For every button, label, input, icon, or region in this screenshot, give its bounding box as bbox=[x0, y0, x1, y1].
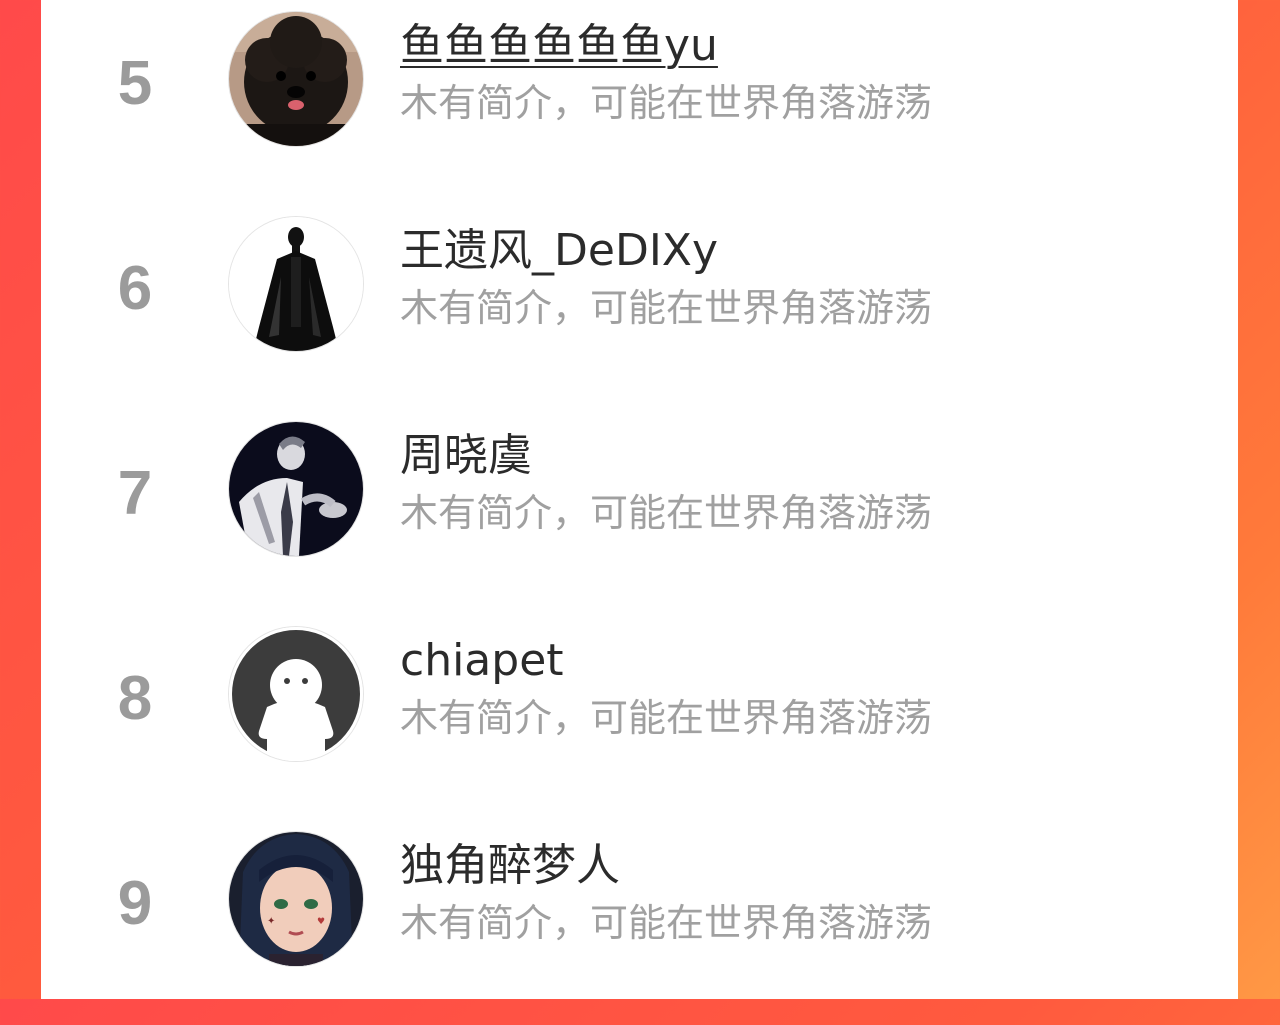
default-ghost-avatar-icon[interactable] bbox=[229, 627, 363, 761]
ranking-list-panel: 5 鱼鱼鱼鱼鱼鱼yu 木有简介，可能在世界角落游荡 6 王遗风_DeDIXy 木… bbox=[41, 0, 1238, 999]
username-link[interactable]: 鱼鱼鱼鱼鱼鱼yu bbox=[400, 18, 718, 74]
monochrome-portrait-avatar-icon[interactable] bbox=[229, 422, 363, 556]
rank-number: 8 bbox=[117, 664, 153, 733]
list-item[interactable]: 8 chiapet 木有简介，可能在世界角落游荡 bbox=[41, 615, 1238, 820]
svg-text:✦: ✦ bbox=[267, 916, 275, 927]
rank-number: 7 bbox=[117, 459, 153, 528]
rank-number: 9 bbox=[117, 869, 153, 938]
list-item[interactable]: 9 ✦ ♥ 独角醉梦人 木有简介，可能在世界角落游荡 bbox=[41, 820, 1238, 1025]
list-item[interactable]: 7 周晓虞 木有简介，可能在世界角落游荡 bbox=[41, 410, 1238, 615]
user-bio: 木有简介，可能在世界角落游荡 bbox=[400, 491, 933, 535]
rank-number: 6 bbox=[117, 254, 153, 323]
username-link[interactable]: chiapet bbox=[400, 633, 564, 689]
username-link[interactable]: 王遗风_DeDIXy bbox=[400, 223, 718, 279]
user-bio: 木有简介，可能在世界角落游荡 bbox=[400, 286, 933, 330]
list-item[interactable]: 5 鱼鱼鱼鱼鱼鱼yu 木有简介，可能在世界角落游荡 bbox=[41, 0, 1238, 205]
list-item[interactable]: 6 王遗风_DeDIXy 木有简介，可能在世界角落游荡 bbox=[41, 205, 1238, 410]
cloaked-figure-avatar-icon[interactable] bbox=[229, 217, 363, 351]
username-link[interactable]: 周晓虞 bbox=[400, 428, 532, 484]
username-link[interactable]: 独角醉梦人 bbox=[400, 838, 620, 894]
rank-number: 5 bbox=[117, 49, 153, 118]
user-bio: 木有简介，可能在世界角落游荡 bbox=[400, 901, 933, 945]
anime-girl-avatar-icon[interactable]: ✦ ♥ bbox=[229, 832, 363, 966]
user-bio: 木有简介，可能在世界角落游荡 bbox=[400, 81, 933, 125]
user-bio: 木有简介，可能在世界角落游荡 bbox=[400, 696, 933, 740]
svg-text:♥: ♥ bbox=[317, 917, 325, 927]
black-poodle-avatar-icon[interactable] bbox=[229, 12, 363, 146]
